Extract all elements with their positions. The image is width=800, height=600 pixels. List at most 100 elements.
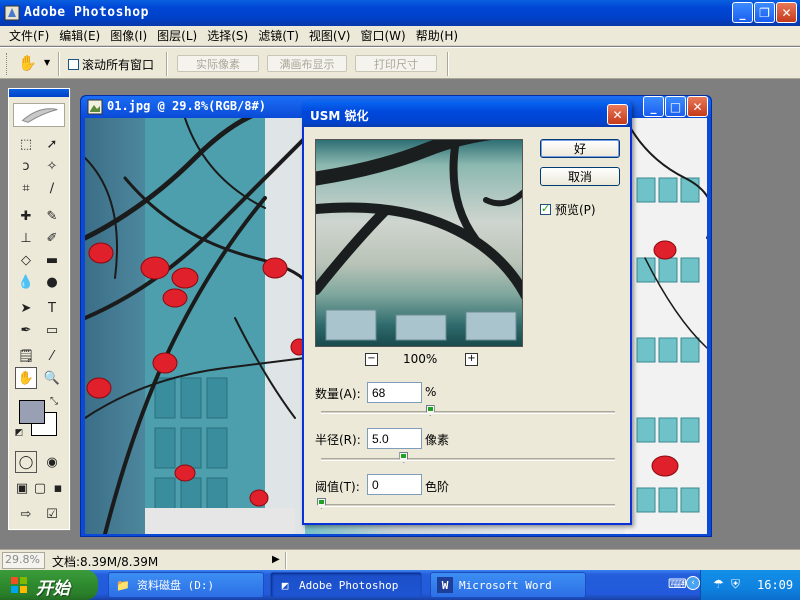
task-label: 资料磁盘 (D:) xyxy=(137,579,215,592)
menu-layer[interactable]: 图层(L) xyxy=(152,27,202,44)
menu-file[interactable]: 文件(F) xyxy=(4,27,54,44)
jump-to-imageready-icon[interactable]: ⇨ xyxy=(15,503,37,525)
menu-filter[interactable]: 滤镜(T) xyxy=(253,27,304,44)
menu-help[interactable]: 帮助(H) xyxy=(411,27,463,44)
quick-mask-mode-icon[interactable]: ◉ xyxy=(41,451,63,473)
menu-bar: 文件(F) 编辑(E) 图像(I) 图层(L) 选择(S) 滤镜(T) 视图(V… xyxy=(0,26,800,46)
app-title: Adobe Photoshop xyxy=(24,5,149,20)
radius-slider-thumb[interactable] xyxy=(399,452,409,463)
radius-input[interactable] xyxy=(367,428,422,449)
hand-tool-icon[interactable]: ✋ xyxy=(15,367,37,389)
standard-mode-icon[interactable]: ◯ xyxy=(15,451,37,473)
app-restore-button[interactable]: ❐ xyxy=(754,2,775,23)
preview-checkbox-label: 预览(P) xyxy=(555,203,596,217)
usm-preview-pane[interactable] xyxy=(315,139,523,347)
pen-tool-icon[interactable]: ✒ xyxy=(15,319,37,341)
usm-preview-image xyxy=(316,140,522,341)
scroll-all-windows-box[interactable] xyxy=(68,59,79,70)
keyboard-icon[interactable]: ⌨ xyxy=(668,577,687,592)
threshold-input[interactable] xyxy=(367,474,422,495)
menu-image[interactable]: 图像(I) xyxy=(105,27,152,44)
lasso-tool-icon[interactable]: ↄ xyxy=(15,155,37,177)
clock[interactable]: 16:09 xyxy=(757,578,793,592)
options-bar-grip[interactable] xyxy=(6,53,9,75)
app-close-button[interactable]: ✕ xyxy=(776,2,797,23)
network-icon[interactable]: ☂ xyxy=(713,577,724,591)
threshold-slider-thumb[interactable] xyxy=(317,498,326,509)
menu-select[interactable]: 选择(S) xyxy=(202,27,253,44)
marquee-tool-icon[interactable]: ⬚ xyxy=(15,133,37,155)
default-colors-icon[interactable]: ◩ xyxy=(13,427,25,439)
tray-expand-icon[interactable]: ‹ xyxy=(686,576,700,590)
tool-preset-dropdown-icon[interactable]: ▼ xyxy=(44,58,50,67)
ok-button[interactable]: 好 xyxy=(540,139,620,158)
preview-zoom-in-button[interactable]: + xyxy=(465,353,478,366)
cancel-button[interactable]: 取消 xyxy=(540,167,620,186)
threshold-label: 阈值(T): xyxy=(315,480,360,494)
usm-close-button[interactable]: ✕ xyxy=(607,104,628,125)
threshold-slider-track[interactable] xyxy=(321,504,615,507)
amount-input[interactable] xyxy=(367,382,422,403)
eraser-tool-icon[interactable]: ◇ xyxy=(15,249,37,271)
zoom-tool-icon[interactable]: 🔍 xyxy=(41,367,63,389)
blur-tool-icon[interactable]: 💧 xyxy=(15,271,37,293)
doc-maximize-button[interactable]: □ xyxy=(665,96,686,117)
app-minimize-button[interactable]: _ xyxy=(732,2,753,23)
task-button-photoshop[interactable]: ◩ Adobe Photoshop xyxy=(270,572,422,598)
radius-label: 半径(R): xyxy=(315,433,361,447)
healing-brush-tool-icon[interactable]: ✚ xyxy=(15,205,37,227)
standard-screen-mode-icon[interactable]: ▣ xyxy=(13,477,31,499)
start-button[interactable]: 开始 xyxy=(0,570,98,600)
full-screen-mode-icon[interactable]: ▪ xyxy=(49,477,67,499)
preview-checkbox-box[interactable] xyxy=(540,202,551,215)
status-separator xyxy=(285,552,287,569)
amount-slider-track[interactable] xyxy=(321,411,615,414)
usm-dialog-titlebar[interactable]: USM 锐化 ✕ xyxy=(302,101,632,127)
threshold-unit: 色阶 xyxy=(425,480,450,494)
adobe-online-feather-icon[interactable] xyxy=(13,103,65,127)
rectangle-tool-icon[interactable]: ▭ xyxy=(41,319,63,341)
toolbox: ⬚ ➚ ↄ ✧ ⌗ ∕ ✚ ✎ ⊥ ✐ ◇ ▬ 💧 ● ➤ T ✒ ▭ 🗒 ⁄ … xyxy=(8,88,70,530)
photoshop-icon: ◩ xyxy=(281,578,289,592)
task-button-word[interactable]: W Microsoft Word xyxy=(430,572,586,598)
document-title: 01.jpg @ 29.8%(RGB/8#) xyxy=(107,99,266,113)
menu-view[interactable]: 视图(V) xyxy=(304,27,356,44)
crop-tool-icon[interactable]: ⌗ xyxy=(15,177,37,199)
slice-tool-icon[interactable]: ∕ xyxy=(41,177,63,199)
move-tool-icon[interactable]: ➚ xyxy=(41,133,63,155)
preview-checkbox[interactable]: 预览(P) xyxy=(540,201,596,218)
preview-zoom-out-button[interactable]: − xyxy=(365,353,378,366)
eyedropper-tool-icon[interactable]: ⁄ xyxy=(41,345,63,367)
status-zoom-field[interactable]: 29.8% xyxy=(2,552,45,569)
imageready-icon[interactable]: ☑ xyxy=(41,503,63,525)
doc-minimize-button[interactable]: _ xyxy=(643,96,664,117)
task-button-drive-d[interactable]: 📁 资料磁盘 (D:) xyxy=(108,572,264,598)
gradient-tool-icon[interactable]: ▬ xyxy=(41,249,63,271)
brush-tool-icon[interactable]: ✎ xyxy=(41,205,63,227)
foreground-color-swatch[interactable] xyxy=(19,400,45,424)
magic-wand-tool-icon[interactable]: ✧ xyxy=(41,155,63,177)
security-shield-icon[interactable]: ⛨ xyxy=(731,577,740,592)
menu-edit[interactable]: 编辑(E) xyxy=(54,27,105,44)
menu-window[interactable]: 窗口(W) xyxy=(355,27,410,44)
dodge-tool-icon[interactable]: ● xyxy=(41,271,63,293)
doc-close-button[interactable]: ✕ xyxy=(687,96,708,117)
swap-colors-icon[interactable]: ⤡ xyxy=(47,394,61,408)
radius-slider-track[interactable] xyxy=(321,458,615,461)
fit-on-screen-button[interactable]: 满画布显示 xyxy=(267,55,347,72)
type-tool-icon[interactable]: T xyxy=(41,297,63,319)
full-screen-menu-mode-icon[interactable]: ▢ xyxy=(31,477,49,499)
clone-stamp-tool-icon[interactable]: ⊥ xyxy=(15,227,37,249)
start-label: 开始 xyxy=(36,579,70,599)
hand-tool-preset-icon[interactable]: ✋ xyxy=(18,54,40,74)
actual-pixels-button[interactable]: 实际像素 xyxy=(177,55,259,72)
notes-tool-icon[interactable]: 🗒 xyxy=(15,345,37,367)
history-brush-tool-icon[interactable]: ✐ xyxy=(41,227,63,249)
status-menu-arrow-icon[interactable]: ▶ xyxy=(272,554,280,565)
options-bar: ✋ ▼ 滚动所有窗口 实际像素 满画布显示 打印尺寸 xyxy=(0,47,800,79)
amount-slider-thumb[interactable] xyxy=(425,405,435,416)
scroll-all-windows-checkbox[interactable]: 滚动所有窗口 xyxy=(68,56,154,73)
toolbox-titlebar[interactable] xyxy=(9,89,69,97)
print-size-button[interactable]: 打印尺寸 xyxy=(355,55,437,72)
path-selection-tool-icon[interactable]: ➤ xyxy=(15,297,37,319)
